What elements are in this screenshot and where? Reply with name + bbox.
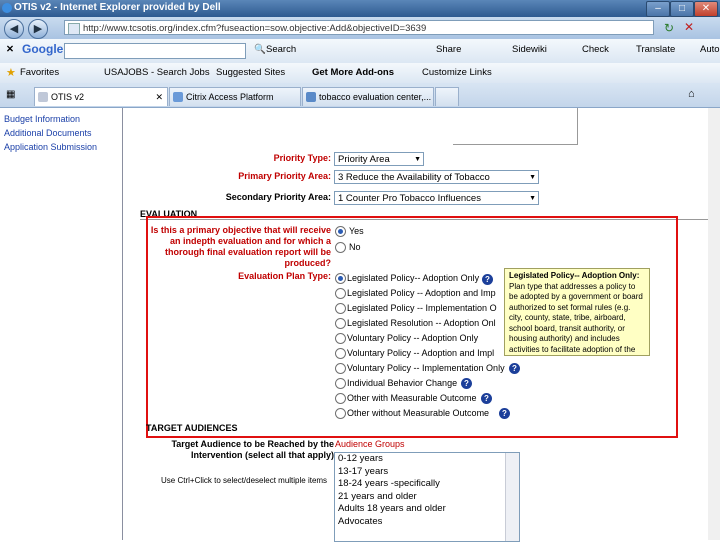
ie-icon (2, 3, 12, 13)
multi-select-hint: Use Ctrl+Click to select/deselect multip… (161, 476, 328, 485)
check-button[interactable]: Check (582, 44, 609, 55)
back-icon[interactable]: ◀ (4, 19, 24, 39)
tab-tobacco-evaluation[interactable]: tobacco evaluation center,... (302, 87, 434, 106)
target-audience-label: Target Audience to be Reached by the (171, 439, 334, 449)
sidewiki-button[interactable]: Sidewiki (512, 44, 547, 55)
share-button[interactable]: Share (436, 44, 461, 55)
primary-priority-value: 3 Reduce the Availability of Tobacco (338, 172, 490, 183)
priority-type-label: Priority Type: (273, 153, 331, 163)
sidebar: Budget Information Additional Documents … (0, 108, 123, 540)
sidebar-link-budget[interactable]: Budget Information (0, 112, 122, 126)
toolbar-search-input[interactable] (64, 43, 246, 59)
list-item[interactable]: Advocates (335, 516, 519, 529)
audience-groups-listbox[interactable]: 0-12 years 13-17 years 18-24 years -spec… (334, 452, 520, 542)
close-toolbar-icon[interactable]: ✕ (6, 44, 14, 55)
favorites-link[interactable]: USAJOBS - Search Jobs (104, 67, 210, 78)
primary-priority-label: Primary Priority Area: (238, 171, 331, 181)
favorites-link[interactable]: Customize Links (422, 67, 492, 78)
refresh-icon[interactable]: ↻ (664, 21, 674, 35)
window-title-bar: OTIS v2 - Internet Explorer provided by … (0, 0, 720, 17)
list-item[interactable]: 21 years and older (335, 491, 519, 504)
page-icon (306, 92, 316, 102)
search-icon[interactable]: 🔍 (254, 44, 266, 55)
new-tab[interactable] (435, 87, 459, 106)
secondary-priority-value: 1 Counter Pro Tobacco Influences (338, 193, 481, 204)
address-url: http://www.tcsotis.org/index.cfm?fuseact… (83, 23, 427, 34)
maximize-icon[interactable]: □ (670, 1, 694, 17)
tab-citrix[interactable]: Citrix Access Platform (169, 87, 301, 106)
tab-label: tobacco evaluation center,... (319, 92, 432, 102)
sidebar-link-application-submission[interactable]: Application Submission (0, 140, 122, 154)
chevron-down-icon: ▼ (529, 174, 536, 181)
target-audience-label: Intervention (select all that apply) (190, 450, 334, 460)
secondary-priority-label: Secondary Priority Area: (225, 192, 331, 202)
priority-type-select[interactable]: Priority Area ▼ (334, 152, 424, 166)
sidebar-link-additional-documents[interactable]: Additional Documents (0, 126, 122, 140)
page-scrollbar[interactable] (708, 108, 720, 540)
address-input[interactable]: http://www.tcsotis.org/index.cfm?fuseact… (64, 20, 654, 35)
main-content: Priority Type: Priority Area ▼ Primary Pr… (123, 108, 720, 542)
list-item[interactable]: 18-24 years -specifically (335, 478, 519, 491)
highlight-box (146, 216, 678, 438)
forward-icon[interactable]: ▶ (28, 19, 48, 39)
google-toolbar: ✕ Google 🔍 Search Share Sidewiki Check T… (0, 39, 720, 64)
content-top-border (453, 108, 578, 145)
translate-button[interactable]: Translate (636, 44, 675, 55)
window-title: OTIS v2 - Internet Explorer provided by … (14, 2, 221, 13)
favorites-link[interactable]: Suggested Sites (216, 67, 285, 78)
address-bar-row: ◀ ▶ http://www.tcsotis.org/index.cfm?fus… (0, 17, 720, 39)
search-button[interactable]: Search (266, 44, 296, 55)
tab-list-icon[interactable]: ▦ (6, 89, 15, 100)
chevron-down-icon: ▼ (414, 156, 421, 163)
page-icon (38, 92, 48, 102)
page-icon (68, 23, 80, 34)
close-icon[interactable]: ✕ (694, 1, 718, 17)
tab-label: OTIS v2 (51, 92, 85, 102)
favorites-link[interactable]: Get More Add-ons (312, 67, 394, 78)
list-item[interactable]: Adults 18 years and older (335, 503, 519, 516)
tab-label: Citrix Access Platform (186, 92, 274, 102)
page-icon (173, 92, 183, 102)
favorites-button[interactable]: Favorites (20, 67, 59, 78)
primary-priority-select[interactable]: 3 Reduce the Availability of Tobacco ▼ (334, 170, 539, 184)
target-audiences-header: TARGET AUDIENCES (146, 423, 238, 433)
tab-close-icon[interactable]: ✕ (155, 88, 163, 106)
star-icon[interactable]: ★ (6, 66, 16, 79)
google-logo: Google (22, 42, 64, 56)
secondary-priority-select[interactable]: 1 Counter Pro Tobacco Influences ▼ (334, 191, 539, 205)
favorites-bar: ★ Favorites USAJOBS - Search Jobs Sugges… (0, 63, 720, 84)
chevron-down-icon: ▼ (529, 195, 536, 202)
autofill-button[interactable]: Auto (700, 44, 720, 55)
tab-bar: ▦ OTIS v2 ✕ Citrix Access Platform tobac… (0, 83, 720, 108)
minimize-icon[interactable]: – (646, 1, 670, 17)
list-item[interactable]: 0-12 years (335, 453, 519, 466)
list-item[interactable]: 13-17 years (335, 466, 519, 479)
listbox-scrollbar[interactable] (505, 453, 519, 541)
stop-icon[interactable]: ✕ (684, 20, 694, 34)
priority-type-value: Priority Area (338, 154, 390, 165)
tab-otis[interactable]: OTIS v2 ✕ (34, 87, 168, 106)
audience-groups-label: Audience Groups (335, 439, 405, 449)
home-icon[interactable]: ⌂ (688, 88, 695, 100)
